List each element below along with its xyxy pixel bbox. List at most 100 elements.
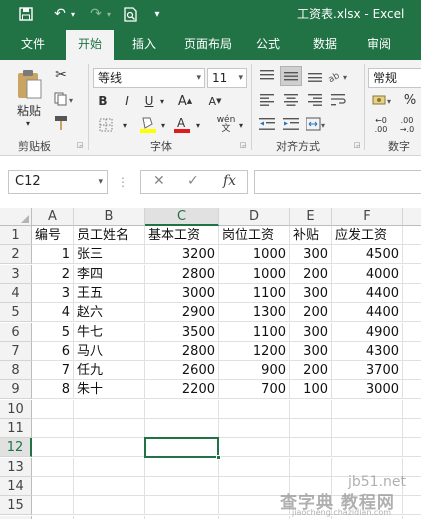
cell-a8[interactable]: 7 — [32, 361, 74, 380]
font-launcher-icon[interactable]: ◲ — [238, 140, 248, 150]
cell-e6[interactable]: 300 — [290, 323, 332, 342]
cell-f1[interactable]: 应发工资 — [332, 226, 403, 245]
redo-dropdown-icon[interactable]: ▾ — [104, 0, 114, 28]
cell-d5[interactable]: 1300 — [219, 303, 290, 322]
cell-d7[interactable]: 1200 — [219, 342, 290, 361]
cell-b13[interactable] — [74, 458, 145, 477]
tab-review[interactable]: 审阅 — [358, 28, 400, 60]
undo-icon[interactable]: ↶ — [50, 0, 70, 28]
cell-f7[interactable]: 4300 — [332, 342, 403, 361]
cell-c10[interactable] — [145, 400, 219, 419]
align-left-icon[interactable] — [256, 90, 278, 110]
bold-button[interactable]: B — [96, 92, 110, 110]
save-icon[interactable] — [16, 0, 36, 28]
tab-page-layout[interactable]: 页面布局 — [176, 28, 240, 60]
paste-button[interactable]: 粘贴 — [12, 102, 46, 118]
row-header-15[interactable]: 15 — [0, 496, 32, 515]
cell-c13[interactable] — [145, 458, 219, 477]
cell-e10[interactable] — [290, 400, 332, 419]
cell-e11[interactable] — [290, 419, 332, 438]
format-painter-icon[interactable] — [52, 114, 70, 132]
cell-b1[interactable]: 员工姓名 — [74, 226, 145, 245]
fill-color-dropdown-icon[interactable]: ▾ — [158, 116, 168, 134]
cell-b7[interactable]: 马八 — [74, 342, 145, 361]
row-header-1[interactable]: 1 — [0, 226, 32, 245]
cell-b11[interactable] — [74, 419, 145, 438]
print-preview-icon[interactable] — [120, 0, 142, 28]
cell-f2[interactable]: 4500 — [332, 245, 403, 264]
cell-a5[interactable]: 4 — [32, 303, 74, 322]
align-right-icon[interactable] — [304, 90, 326, 110]
cell-overflow[interactable] — [403, 419, 421, 438]
cell-a6[interactable]: 5 — [32, 323, 74, 342]
increase-indent-icon[interactable] — [280, 114, 302, 134]
cell-e2[interactable]: 300 — [290, 245, 332, 264]
customize-icon[interactable]: ▾ — [150, 0, 164, 28]
paste-dropdown-icon[interactable]: ▾ — [22, 118, 34, 128]
phonetic-guide-button[interactable]: wén 文 — [214, 114, 238, 136]
cell-a15[interactable] — [32, 496, 74, 515]
cell-c14[interactable] — [145, 477, 219, 496]
cell-b4[interactable]: 王五 — [74, 284, 145, 303]
cell-e13[interactable] — [290, 458, 332, 477]
cell-a3[interactable]: 2 — [32, 265, 74, 284]
decrease-decimal-icon[interactable]: .00 →.0 — [396, 114, 418, 136]
column-header-b[interactable]: B — [74, 208, 145, 226]
borders-dropdown-icon[interactable]: ▾ — [120, 116, 130, 134]
cell-d8[interactable]: 900 — [219, 361, 290, 380]
underline-button[interactable]: U — [142, 92, 156, 110]
name-box[interactable]: C12 ▾ — [8, 170, 108, 194]
row-header-10[interactable]: 10 — [0, 400, 32, 419]
wrap-text-icon[interactable] — [328, 90, 350, 110]
cell-c15[interactable] — [145, 496, 219, 515]
paste-icon[interactable] — [12, 66, 46, 102]
cell-overflow[interactable] — [403, 303, 421, 322]
cell-a12[interactable] — [32, 438, 74, 457]
cell-overflow[interactable] — [403, 323, 421, 342]
row-header-12[interactable]: 12 — [0, 438, 32, 457]
cell-d11[interactable] — [219, 419, 290, 438]
cell-d10[interactable] — [219, 400, 290, 419]
cell-c4[interactable]: 3000 — [145, 284, 219, 303]
cell-e4[interactable]: 300 — [290, 284, 332, 303]
font-name-select[interactable]: 等线 ▾ — [93, 68, 205, 88]
align-top-icon[interactable] — [256, 66, 278, 86]
enter-icon[interactable]: ✓ — [187, 173, 199, 189]
cell-a1[interactable]: 编号 — [32, 226, 74, 245]
cell-overflow[interactable] — [403, 342, 421, 361]
cut-icon[interactable]: ✂ — [52, 66, 70, 84]
percent-style-button[interactable]: % — [402, 90, 418, 110]
cell-a11[interactable] — [32, 419, 74, 438]
cell-c11[interactable] — [145, 419, 219, 438]
cell-b5[interactable]: 赵六 — [74, 303, 145, 322]
tab-home[interactable]: 开始 — [66, 30, 114, 60]
align-center-icon[interactable] — [280, 90, 302, 110]
fill-handle[interactable] — [216, 455, 221, 460]
cell-b15[interactable] — [74, 496, 145, 515]
row-header-8[interactable]: 8 — [0, 361, 32, 380]
cell-e12[interactable] — [290, 438, 332, 457]
row-header-7[interactable]: 7 — [0, 342, 32, 361]
number-format-select[interactable]: 常规 — [368, 68, 421, 88]
alignment-launcher-icon[interactable]: ◲ — [352, 140, 362, 150]
cell-f12[interactable] — [332, 438, 403, 457]
row-header-13[interactable]: 13 — [0, 458, 32, 477]
font-size-select[interactable]: 11 ▾ — [207, 68, 247, 88]
cell-f9[interactable]: 3000 — [332, 380, 403, 399]
tab-file[interactable]: 文件 — [10, 28, 56, 60]
cell-e9[interactable]: 100 — [290, 380, 332, 399]
fill-color-icon[interactable] — [138, 114, 158, 134]
cell-b3[interactable]: 李四 — [74, 265, 145, 284]
row-header-14[interactable]: 14 — [0, 477, 32, 496]
cell-f3[interactable]: 4000 — [332, 265, 403, 284]
increase-font-icon[interactable]: A ▲ — [176, 92, 194, 110]
cell-c6[interactable]: 3500 — [145, 323, 219, 342]
cell-f6[interactable]: 4900 — [332, 323, 403, 342]
cell-b12[interactable] — [74, 438, 145, 457]
cell-f8[interactable]: 3700 — [332, 361, 403, 380]
column-header-d[interactable]: D — [219, 208, 290, 226]
cell-a4[interactable]: 3 — [32, 284, 74, 303]
cell-b8[interactable]: 任九 — [74, 361, 145, 380]
cell-f5[interactable]: 4400 — [332, 303, 403, 322]
cell-c5[interactable]: 2900 — [145, 303, 219, 322]
